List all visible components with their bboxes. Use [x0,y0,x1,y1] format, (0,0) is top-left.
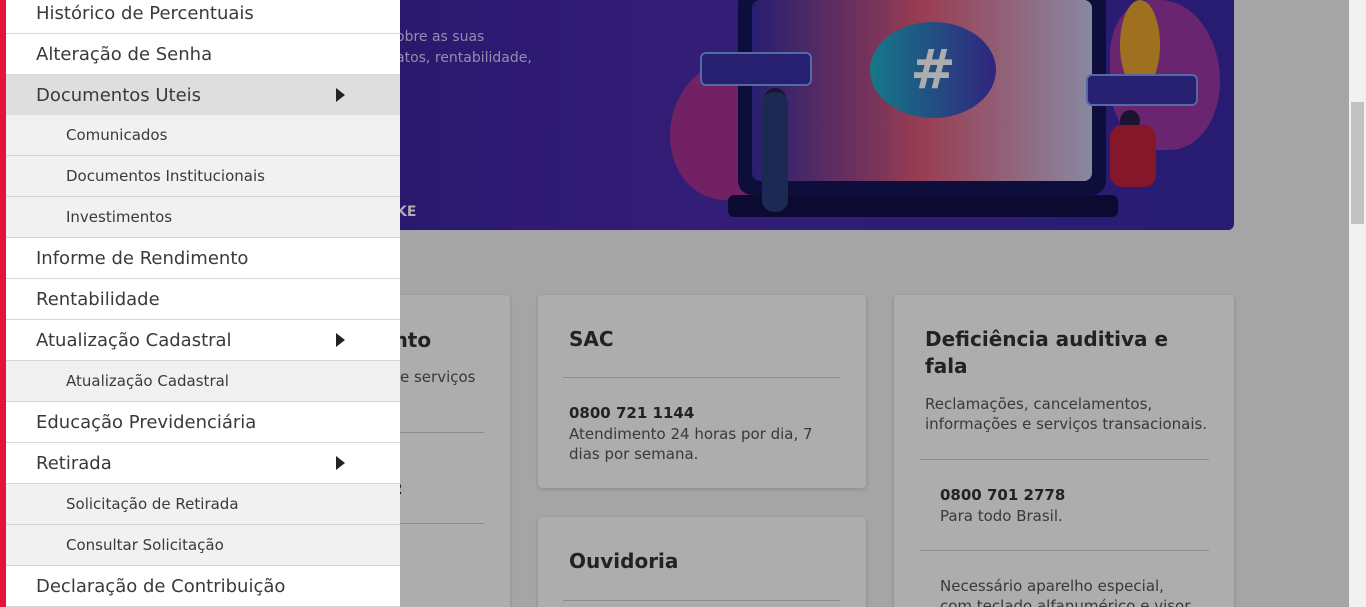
menu-item-label: Consultar Solicitação [66,536,224,554]
menu-item-retirada[interactable]: Retirada [6,443,400,484]
menu-item-informe-rendimento[interactable]: Informe de Rendimento [6,238,400,279]
menu-item-alteracao-senha[interactable]: Alteração de Senha [6,34,400,75]
menu-item-label: Documentos Uteis [36,84,202,106]
menu-item-label: Informe de Rendimento [36,247,249,269]
menu-item-atualizacao-cadastral[interactable]: Atualização Cadastral [6,320,400,361]
menu-item-label: Atualização Cadastral [36,329,232,351]
caret-right-icon [336,88,345,102]
menu-item-educacao-previdenciaria[interactable]: Educação Previdenciária [6,402,400,443]
submenu-item-comunicados[interactable]: Comunicados [6,115,400,156]
menu-item-declaracao-contribuicao[interactable]: Declaração de Contribuição [6,566,400,607]
caret-right-icon [336,333,345,347]
menu-item-label: Retirada [36,452,112,474]
side-menu: Histórico de Percentuais Alteração de Se… [0,0,400,607]
menu-item-label: Alteração de Senha [36,43,213,65]
submenu-item-investimentos[interactable]: Investimentos [6,197,400,238]
menu-item-label: Rentabilidade [36,288,160,310]
menu-item-label: Declaração de Contribuição [36,575,286,597]
menu-item-rentabilidade[interactable]: Rentabilidade [6,279,400,320]
page-scrollbar[interactable] [1349,0,1366,607]
submenu-item-atualizacao-cadastral[interactable]: Atualização Cadastral [6,361,400,402]
submenu-item-documentos-institucionais[interactable]: Documentos Institucionais [6,156,400,197]
menu-item-historico-percentuais[interactable]: Histórico de Percentuais [6,0,400,34]
caret-right-icon [336,456,345,470]
submenu-item-solicitacao-retirada[interactable]: Solicitação de Retirada [6,484,400,525]
menu-item-label: Solicitação de Retirada [66,495,239,513]
menu-item-label: Educação Previdenciária [36,411,257,433]
menu-item-documentos-uteis[interactable]: Documentos Uteis [6,75,400,116]
menu-item-label: Comunicados [66,126,168,144]
menu-item-label: Documentos Institucionais [66,167,265,185]
submenu-item-consultar-solicitacao[interactable]: Consultar Solicitação [6,525,400,566]
menu-item-label: Investimentos [66,208,173,226]
menu-item-label: Histórico de Percentuais [36,2,254,24]
menu-item-label: Atualização Cadastral [66,372,229,390]
scrollbar-thumb[interactable] [1351,102,1364,224]
